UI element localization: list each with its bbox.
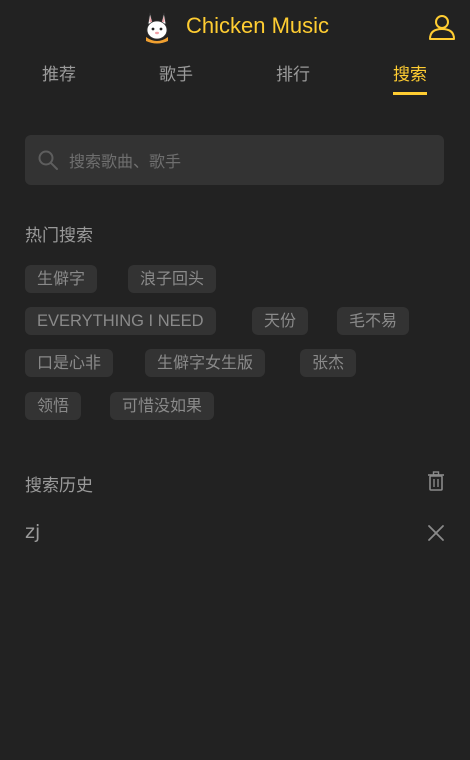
history-item: zj <box>25 521 447 547</box>
close-icon[interactable] <box>427 524 445 542</box>
app-title: Chicken Music <box>186 13 330 38</box>
hot-search-tag[interactable]: 张杰 <box>300 349 357 377</box>
user-icon[interactable] <box>428 13 456 41</box>
history-item-text[interactable]: zj <box>25 521 40 543</box>
tab-search[interactable]: 搜索 <box>370 64 450 95</box>
hot-search-tag[interactable]: 浪子回头 <box>128 265 217 293</box>
search-history-title: 搜索历史 <box>25 476 93 496</box>
hot-search-title: 热门搜索 <box>25 226 93 246</box>
tab-label: 歌手 <box>159 65 193 85</box>
hot-search-tag[interactable]: 口是心非 <box>25 349 114 377</box>
hot-search-tag[interactable]: EVERYTHING I NEED <box>25 307 216 335</box>
hot-search-tag[interactable]: 领悟 <box>25 392 82 420</box>
tab-label: 排行 <box>276 65 310 85</box>
hot-search-tag[interactable]: 生僻字 <box>25 265 98 293</box>
tab-singer[interactable]: 歌手 <box>136 64 216 92</box>
tab-bar: 推荐 歌手 排行 搜索 <box>0 64 470 104</box>
header: Chicken Music <box>0 0 470 52</box>
search-icon <box>38 150 58 170</box>
hot-search-tag[interactable]: 毛不易 <box>337 307 410 335</box>
rabbit-logo-icon <box>146 12 168 44</box>
search-input[interactable] <box>67 135 431 187</box>
tab-recommend[interactable]: 推荐 <box>19 64 99 92</box>
hot-search-tag[interactable]: 生僻字女生版 <box>145 349 266 377</box>
hot-search-tag[interactable]: 天份 <box>252 307 309 335</box>
hot-search-tag[interactable]: 可惜没如果 <box>110 392 215 420</box>
tab-label: 推荐 <box>42 65 76 85</box>
trash-icon[interactable] <box>425 470 447 492</box>
tab-label: 搜索 <box>393 64 427 95</box>
search-box <box>25 135 444 187</box>
tab-rank[interactable]: 排行 <box>253 64 333 92</box>
